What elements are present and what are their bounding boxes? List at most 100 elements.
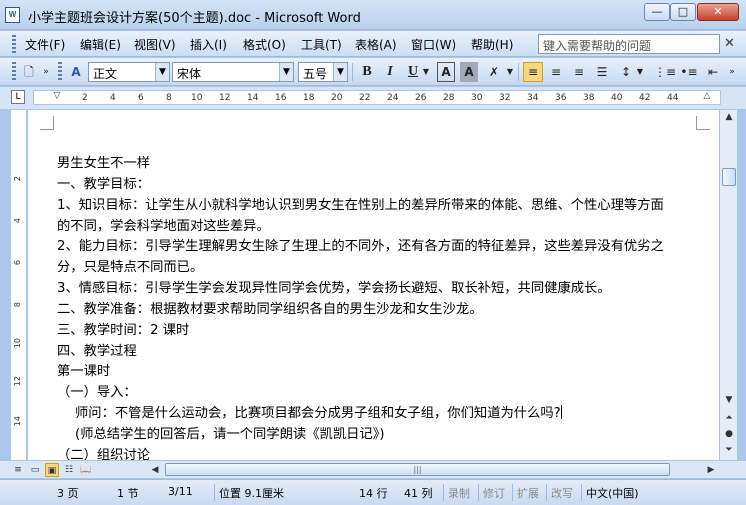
character-scaling-icon[interactable]: ✗ <box>484 62 504 82</box>
document-page[interactable]: 男生女生不一样 一、教学目标： 1、知识目标：让学生从小就科学地认识到男女生在性… <box>28 110 719 460</box>
close-button[interactable]: ✕ <box>697 3 739 21</box>
doc-paragraph[interactable]: 3、情感目标：引导学生学会发现异性同学会优势，学会扬长避短、取长补短，共同健康成… <box>57 279 611 299</box>
align-center-icon[interactable]: ≡ <box>546 62 566 82</box>
help-search-input[interactable]: 键入需要帮助的问题 <box>538 34 720 54</box>
menu-help[interactable]: 帮助(H) <box>471 36 513 53</box>
outline-view-icon[interactable]: ☷ <box>62 463 76 477</box>
menu-format[interactable]: 格式(O) <box>243 36 286 53</box>
menu-file[interactable]: 文件(F) <box>25 36 65 53</box>
status-record[interactable]: 录制 <box>443 484 470 501</box>
doc-paragraph[interactable]: 第一课时 <box>57 362 110 382</box>
toolbar-grip-2[interactable] <box>58 62 62 80</box>
status-language[interactable]: 中文(中国) <box>581 484 639 501</box>
previous-page-icon[interactable]: ⏶ <box>721 411 737 425</box>
word-app-icon[interactable]: W <box>5 7 20 23</box>
menu-tools[interactable]: 工具(T) <box>301 36 342 53</box>
reading-layout-icon[interactable]: 📖 <box>79 463 93 477</box>
new-document-icon[interactable]: 🗋 <box>19 62 39 82</box>
align-justify-active-icon[interactable]: ≡ <box>523 62 543 82</box>
scaling-dropdown-icon[interactable]: ▼ <box>505 62 515 82</box>
vertical-ruler[interactable]: 2 4 6 8 10 12 14 <box>11 110 27 460</box>
doc-paragraph[interactable]: 分，只是特点不同而已。 <box>57 258 203 278</box>
character-border-icon[interactable]: A <box>437 62 455 82</box>
doc-paragraph-text[interactable]: 师问：不管是什么运动会，比赛项目都会分成男子组和女子组，你们知道为什么吗? <box>75 406 561 421</box>
status-column[interactable]: 41 列 <box>404 484 433 501</box>
bold-button[interactable]: B <box>357 62 377 82</box>
toolbar-separator <box>352 63 353 81</box>
distributed-align-icon[interactable]: ☰ <box>592 62 612 82</box>
doc-paragraph[interactable]: (师总结学生的回答后，请一个同学朗读《凯凯日记》) <box>75 425 385 445</box>
web-layout-icon[interactable]: ▭ <box>28 463 42 477</box>
status-section[interactable]: 1 节 <box>117 484 139 501</box>
horizontal-ruler[interactable]: ▽ 2 4 6 8 10 12 14 16 18 20 22 24 26 28 … <box>33 90 721 105</box>
doc-paragraph-with-cursor[interactable]: 师问：不管是什么运动会，比赛项目都会分成男子组和女子组，你们知道为什么吗? <box>75 404 562 424</box>
toolbar-grip[interactable] <box>12 62 16 80</box>
underline-dropdown-icon[interactable]: ▼ <box>421 62 431 82</box>
character-shading-icon[interactable]: A <box>460 62 478 82</box>
tab-selector-icon[interactable]: L <box>11 90 25 104</box>
chevron-down-icon[interactable]: ▼ <box>279 63 293 81</box>
toolbar-options-icon[interactable]: » <box>40 62 52 82</box>
chevron-down-icon[interactable]: ▼ <box>333 63 347 81</box>
font-value: 宋体 <box>177 67 202 81</box>
status-page[interactable]: 3 页 <box>57 484 79 501</box>
normal-view-icon[interactable]: ≡ <box>11 463 25 477</box>
menu-grip[interactable] <box>12 35 16 53</box>
scroll-left-icon[interactable]: ◀ <box>148 463 162 477</box>
menu-table[interactable]: 表格(A) <box>355 36 397 53</box>
doc-paragraph[interactable]: 四、教学过程 <box>57 342 137 362</box>
scroll-down-icon[interactable]: ▼ <box>721 393 737 407</box>
doc-paragraph[interactable]: 一、教学目标： <box>57 175 150 195</box>
formatting-toolbar: 🗋 » A 正文 ▼ 宋体 ▼ 五号 ▼ B I U ▼ A A ✗ ▼ ≡ ≡… <box>0 58 746 86</box>
doc-paragraph[interactable]: （一）导入： <box>57 383 137 403</box>
doc-paragraph[interactable]: 二、教学准备：根据教材要求帮助同学组织各自的男生沙龙和女生沙龙。 <box>57 300 483 320</box>
print-layout-icon[interactable]: ▣ <box>45 463 59 477</box>
menu-window[interactable]: 窗口(W) <box>411 36 456 53</box>
toolbar-overflow-icon[interactable]: » <box>726 62 738 82</box>
styles-pane-icon[interactable]: A <box>66 62 86 82</box>
first-line-indent-marker[interactable]: ▽ <box>52 91 62 104</box>
vertical-scroll-thumb[interactable] <box>722 168 736 186</box>
style-select[interactable]: 正文 ▼ <box>88 62 170 82</box>
menu-edit[interactable]: 编辑(E) <box>80 36 121 53</box>
status-overtype[interactable]: 改写 <box>546 484 573 501</box>
menu-insert[interactable]: 插入(I) <box>190 36 227 53</box>
status-position[interactable]: 位置 9.1厘米 <box>214 484 284 501</box>
doc-paragraph[interactable]: （二）组织讨论 <box>57 446 150 460</box>
vertical-scrollbar[interactable]: ▲ ▼ ⏶ ● ⏷ <box>719 110 737 460</box>
ruler-tick: 4 <box>110 93 116 103</box>
doc-paragraph[interactable]: 2、能力目标：引导学生理解男女生除了生理上的不同外，还有各方面的特征差异，这些差… <box>57 237 664 257</box>
ruler-tick: 10 <box>191 93 203 103</box>
line-spacing-icon[interactable]: ↕ <box>616 62 636 82</box>
underline-button[interactable]: U <box>403 62 423 82</box>
next-page-icon[interactable]: ⏷ <box>721 443 737 457</box>
bullets-icon[interactable]: •≡ <box>679 62 699 82</box>
doc-paragraph[interactable]: 三、教学时间：2 课时 <box>57 321 189 341</box>
close-document-icon[interactable]: ✕ <box>724 36 735 51</box>
numbering-icon[interactable]: ⋮≡ <box>654 62 676 82</box>
document-area[interactable]: 男生女生不一样 一、教学目标： 1、知识目标：让学生从小就科学地认识到男女生在性… <box>28 110 719 460</box>
horizontal-scroll-thumb[interactable]: ||| <box>165 463 670 476</box>
doc-paragraph[interactable]: 的不同，学会科学地面对这些差异。 <box>57 217 270 237</box>
status-page-of[interactable]: 3/11 <box>168 484 193 501</box>
scroll-right-icon[interactable]: ▶ <box>704 463 718 477</box>
font-size-select[interactable]: 五号 ▼ <box>298 62 348 82</box>
decrease-indent-icon[interactable]: ⇤ <box>703 62 723 82</box>
menu-view[interactable]: 视图(V) <box>134 36 176 53</box>
line-spacing-dropdown-icon[interactable]: ▼ <box>635 62 645 82</box>
italic-button[interactable]: I <box>380 62 400 82</box>
minimize-button[interactable]: — <box>644 3 670 21</box>
doc-paragraph[interactable]: 男生女生不一样 <box>57 154 150 174</box>
status-extend[interactable]: 扩展 <box>512 484 539 501</box>
status-track-changes[interactable]: 修订 <box>478 484 505 501</box>
align-right-icon[interactable]: ≡ <box>569 62 589 82</box>
chevron-down-icon[interactable]: ▼ <box>155 63 169 81</box>
horizontal-scrollbar[interactable]: ≡ ▭ ▣ ☷ 📖 ◀ ||| ▶ <box>0 460 746 478</box>
right-indent-marker[interactable]: △ <box>702 91 712 104</box>
status-line[interactable]: 14 行 <box>359 484 388 501</box>
browse-object-icon[interactable]: ● <box>721 427 737 441</box>
maximize-button[interactable]: □ <box>670 3 696 21</box>
font-select[interactable]: 宋体 ▼ <box>172 62 294 82</box>
doc-paragraph[interactable]: 1、知识目标：让学生从小就科学地认识到男女生在性别上的差异所带来的体能、思维、个… <box>57 196 664 216</box>
scroll-up-icon[interactable]: ▲ <box>721 110 737 124</box>
